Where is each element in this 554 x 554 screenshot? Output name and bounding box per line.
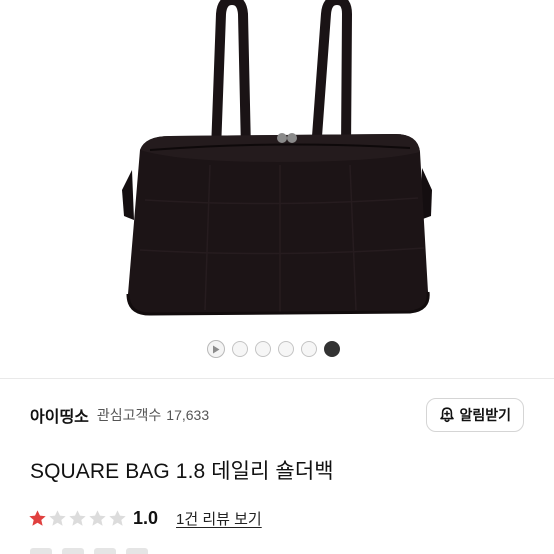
cutoff-content [30, 548, 160, 554]
bell-plus-icon [440, 407, 455, 423]
rating-stars [28, 509, 127, 528]
shop-name[interactable]: 아이띵소 [30, 403, 89, 427]
star-empty-icon [89, 509, 106, 526]
carousel-dot[interactable] [255, 341, 271, 357]
review-link[interactable]: 1건 리뷰 보기 [176, 508, 262, 529]
bag-handle-left [211, 0, 251, 155]
star-filled-icon [29, 509, 46, 526]
carousel-dot[interactable] [278, 341, 294, 357]
shop-info: 아이띵소 관심고객수 17,633 알림받기 [30, 398, 524, 432]
product-title: SQUARE BAG 1.8 데일리 숄더백 [30, 460, 334, 483]
rating-row: 1.0 1건 리뷰 보기 [28, 506, 262, 530]
section-divider [0, 378, 554, 379]
carousel-dot-active[interactable] [324, 341, 340, 357]
rating-score: 1.0 [133, 507, 159, 528]
video-play-icon[interactable] [207, 340, 225, 358]
follower-label: 관심고객수 [96, 407, 162, 423]
follower-count: 17,633 [166, 407, 210, 423]
carousel-dot[interactable] [232, 341, 248, 357]
star-empty-icon [109, 509, 126, 526]
star-empty-icon [49, 509, 66, 526]
alarm-subscribe-button[interactable]: 알림받기 [426, 398, 524, 432]
carousel-dot[interactable] [301, 341, 317, 357]
product-image[interactable] [0, 0, 554, 340]
carousel-indicator [207, 339, 340, 359]
bag-handle-right [311, 0, 353, 155]
bag-side-left [122, 170, 134, 220]
star-empty-icon [69, 509, 86, 526]
alarm-button-label: 알림받기 [459, 407, 511, 423]
product-image-carousel[interactable] [0, 0, 554, 378]
